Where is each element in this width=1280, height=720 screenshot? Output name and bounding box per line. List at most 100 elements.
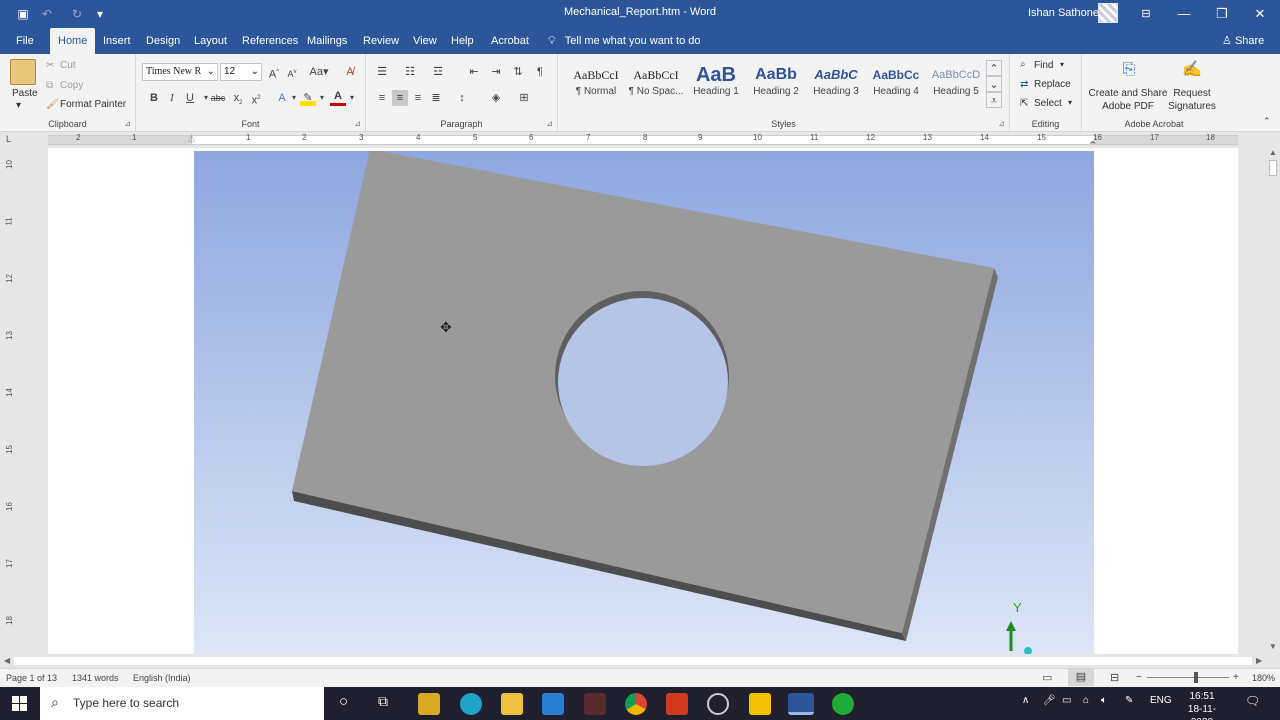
- chevron-down-icon[interactable]: ▾: [314, 90, 330, 106]
- chevron-down-icon[interactable]: ▾: [1060, 60, 1064, 69]
- zoom-slider-thumb[interactable]: [1194, 672, 1198, 683]
- minimize-button[interactable]: —: [1165, 0, 1203, 28]
- cortana-icon[interactable]: ○: [339, 693, 348, 710]
- indent-marker-icon[interactable]: ⏃: [187, 132, 196, 145]
- cut-button[interactable]: Cut: [60, 60, 76, 71]
- multilevel-list-icon[interactable]: ☲: [430, 64, 446, 80]
- clear-formatting-icon[interactable]: A̸: [342, 64, 358, 80]
- tab-insert[interactable]: Insert: [103, 28, 131, 54]
- tab-review[interactable]: Review: [363, 28, 399, 54]
- network-icon[interactable]: ⌂: [1083, 695, 1089, 706]
- vertical-scrollbar[interactable]: ▲ ▼: [1266, 148, 1280, 654]
- style-heading-4[interactable]: AaBbCc Heading 4: [866, 62, 926, 104]
- grow-font-icon[interactable]: A^: [266, 64, 282, 81]
- tab-file[interactable]: File: [16, 28, 34, 54]
- align-right-icon[interactable]: ≡: [410, 90, 426, 106]
- tab-home[interactable]: Home: [50, 28, 96, 54]
- close-button[interactable]: ✕: [1241, 0, 1279, 28]
- copy-button[interactable]: Copy: [60, 80, 83, 91]
- select-button[interactable]: Select: [1034, 98, 1062, 109]
- word-count[interactable]: 1341 words: [72, 673, 119, 683]
- align-center-icon[interactable]: ≡: [392, 90, 408, 106]
- shrink-font-icon[interactable]: Av: [284, 64, 300, 80]
- document-area[interactable]: Y ✥: [16, 148, 1266, 654]
- microphone-icon[interactable]: 🎤︎: [1043, 695, 1056, 706]
- zoom-level[interactable]: 180%: [1252, 673, 1275, 683]
- tab-help[interactable]: Help: [451, 28, 474, 54]
- bullets-icon[interactable]: ☰: [374, 64, 390, 80]
- pilcrow-icon[interactable]: ¶: [532, 64, 548, 80]
- change-case-icon[interactable]: Aa▾: [308, 64, 330, 80]
- taskbar-search-box[interactable]: ⌕ Type here to search: [40, 687, 324, 720]
- align-left-icon[interactable]: ≡: [374, 90, 390, 106]
- italic-icon[interactable]: I: [164, 90, 180, 106]
- style-no-spacing[interactable]: AaBbCcI ¶ No Spac...: [626, 62, 686, 104]
- bold-icon[interactable]: B: [146, 90, 162, 106]
- clock[interactable]: 16:51 18-11-2020: [1178, 690, 1226, 720]
- horizontal-scrollbar[interactable]: ◀ ▶: [0, 654, 1280, 668]
- scroll-up-icon[interactable]: ▲: [1269, 148, 1277, 157]
- document-page[interactable]: Y ✥: [48, 148, 1238, 654]
- scroll-track[interactable]: [14, 657, 1252, 665]
- start-button[interactable]: [0, 687, 40, 720]
- zoom-out-icon[interactable]: −: [1136, 672, 1142, 683]
- numbering-icon[interactable]: ☷: [402, 64, 418, 80]
- more-styles-icon[interactable]: ⩡: [986, 92, 1002, 108]
- chevron-up-icon[interactable]: ∧: [1022, 695, 1029, 706]
- line-spacing-icon[interactable]: ↕: [454, 90, 470, 106]
- tell-me-search[interactable]: 💡︎ Tell me what you want to do: [548, 28, 701, 54]
- chevron-down-icon[interactable]: ▾: [344, 90, 360, 106]
- designmodeler-icon[interactable]: [832, 693, 854, 715]
- pen-icon[interactable]: ✎: [1125, 695, 1133, 706]
- right-indent-marker-icon[interactable]: ⏶: [1089, 137, 1096, 148]
- borders-icon[interactable]: ⊞: [516, 90, 532, 106]
- tab-mailings[interactable]: Mailings: [307, 28, 347, 54]
- volume-icon[interactable]: 🔈︎: [1101, 695, 1107, 706]
- scroll-down-icon[interactable]: ▼: [1269, 642, 1277, 651]
- replace-button[interactable]: Replace: [1034, 79, 1071, 90]
- increase-indent-icon[interactable]: ⇥: [488, 64, 504, 80]
- dialog-launcher-icon[interactable]: ⊿: [998, 119, 1005, 128]
- decrease-indent-icon[interactable]: ⇤: [466, 64, 482, 80]
- dialog-launcher-icon[interactable]: ⊿: [354, 119, 361, 128]
- font-size-combo[interactable]: 12 ⌄: [220, 63, 262, 81]
- user-name[interactable]: Ishan Sathone: [1028, 7, 1099, 19]
- task-view-icon[interactable]: ⧉: [378, 693, 388, 710]
- print-layout-icon[interactable]: ▤: [1068, 669, 1094, 686]
- zoom-in-icon[interactable]: +: [1233, 672, 1239, 683]
- file-explorer-icon[interactable]: [501, 693, 523, 715]
- ansys-icon[interactable]: [749, 693, 771, 715]
- scroll-right-icon[interactable]: ▶: [1256, 656, 1262, 665]
- style-heading-2[interactable]: AaBb Heading 2: [746, 62, 806, 104]
- game-app-icon[interactable]: [584, 693, 606, 715]
- request-signatures-button[interactable]: Request Signatures: [1168, 87, 1216, 113]
- language-indicator[interactable]: English (India): [133, 673, 191, 683]
- scroll-left-icon[interactable]: ◀: [4, 656, 10, 665]
- scroll-thumb[interactable]: [1269, 160, 1277, 176]
- mail-icon[interactable]: [542, 693, 564, 715]
- style-normal[interactable]: AaBbCcI ¶ Normal: [566, 62, 626, 104]
- share-button[interactable]: ♙ Share: [1222, 28, 1264, 54]
- shading-icon[interactable]: ◈: [488, 90, 504, 106]
- chevron-down-icon[interactable]: ⌄: [986, 76, 1002, 92]
- battery-icon[interactable]: ▭: [1062, 695, 1071, 706]
- chevron-down-icon[interactable]: ▾: [16, 100, 21, 111]
- find-button[interactable]: Find: [1034, 60, 1053, 71]
- read-mode-icon[interactable]: ▭: [1042, 671, 1052, 684]
- zoom-slider[interactable]: [1147, 677, 1229, 678]
- edge-icon[interactable]: [460, 693, 482, 715]
- avatar[interactable]: [1098, 3, 1118, 23]
- justify-icon[interactable]: ≣: [428, 90, 444, 106]
- tab-references[interactable]: References: [242, 28, 298, 54]
- create-share-pdf-button[interactable]: Create and Share Adobe PDF: [1086, 87, 1170, 113]
- style-heading-3[interactable]: AaBbC Heading 3: [806, 62, 866, 104]
- word-icon[interactable]: [788, 693, 814, 715]
- underline-icon[interactable]: U: [182, 90, 198, 106]
- sort-icon[interactable]: ⇅: [510, 64, 526, 80]
- tab-view[interactable]: View: [413, 28, 437, 54]
- store-icon[interactable]: [418, 693, 440, 715]
- paste-button[interactable]: Paste: [12, 88, 38, 99]
- tab-acrobat[interactable]: Acrobat: [491, 28, 529, 54]
- style-heading-5[interactable]: AaBbCcD Heading 5: [926, 62, 986, 104]
- paste-icon[interactable]: [10, 59, 36, 85]
